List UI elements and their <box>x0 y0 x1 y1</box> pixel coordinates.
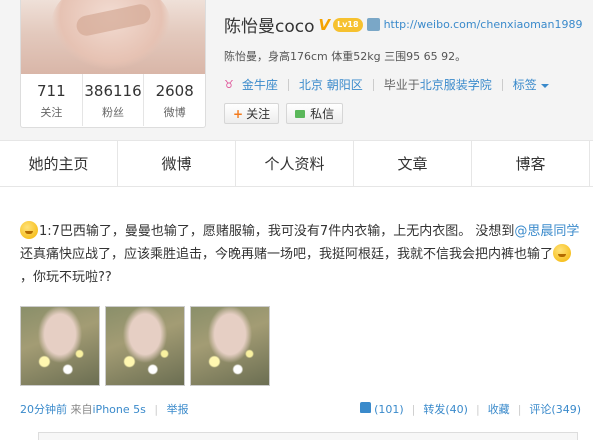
stat-followers-count: 386116 <box>84 82 142 100</box>
name-row: 陈怡曼coco V Lv18 http://weibo.com/chenxiao… <box>224 12 583 38</box>
like-button[interactable]: (101) <box>360 402 404 416</box>
post-image-thumbnail[interactable] <box>20 306 100 386</box>
homepage-icon <box>366 18 380 31</box>
message-button[interactable]: 私信 <box>286 103 344 124</box>
post-actions: (101) | 转发(40) | 收藏 | 评论(349) <box>360 401 581 417</box>
tags-label: 标签 <box>512 78 537 92</box>
profile-url-link[interactable]: http://weibo.com/chenxiaoman1989 <box>384 18 583 31</box>
message-label: 私信 <box>310 107 335 121</box>
post-text-part: 还真痛快应战了，应该乘胜追击，今晚再赌一场吧，我挺阿根廷，我就不信我会把内裤也输… <box>20 247 554 262</box>
tab-profile-info[interactable]: 个人资料 <box>236 141 354 186</box>
mention-link[interactable]: @思晨同学 <box>514 224 579 239</box>
tab-blog[interactable]: 博客 <box>472 141 590 186</box>
chevron-down-icon <box>540 83 549 88</box>
thumbs-up-icon <box>360 402 372 413</box>
stat-posts-label: 微博 <box>163 106 186 119</box>
profile-tags-row: ♉ 金牛座 北京 朝阳区 毕业于 北京服装学院 标签 <box>224 76 549 93</box>
follow-label: 关注 <box>246 107 271 121</box>
school-prefix: 毕业于 <box>383 78 420 92</box>
divider <box>501 78 503 91</box>
message-icon <box>295 109 306 118</box>
tab-weibo[interactable]: 微博 <box>118 141 236 186</box>
feed-item: 1:7巴西输了，曼曼也输了，愿赌服输，我可没有7件内衣输，上无内衣图。 没想到@… <box>0 187 593 440</box>
stat-following[interactable]: 711 关注 <box>21 74 83 126</box>
emoji-icon <box>20 221 38 239</box>
next-feed-item-edge <box>38 432 578 440</box>
stat-following-count: 711 <box>37 82 66 100</box>
tags-dropdown[interactable]: 标签 <box>513 76 549 93</box>
zodiac-link[interactable]: 金牛座 <box>242 76 278 93</box>
profile-tabs: 她的主页 微博 个人资料 文章 博客 <box>0 140 593 187</box>
profile-actions: + 关注 私信 <box>224 103 344 124</box>
school-link[interactable]: 北京服装学院 <box>420 76 492 93</box>
like-count: (101) <box>374 403 404 416</box>
post-image-thumbnail[interactable] <box>190 306 270 386</box>
divider: | <box>517 402 522 416</box>
follow-button[interactable]: + 关注 <box>224 103 280 124</box>
stat-followers[interactable]: 386116 粉丝 <box>83 74 145 126</box>
profile-card: 711 关注 386116 粉丝 2608 微博 <box>20 0 206 128</box>
profile-header: 711 关注 386116 粉丝 2608 微博 陈怡曼coco V Lv18 … <box>0 0 593 140</box>
profile-name: 陈怡曼coco <box>224 17 315 37</box>
level-badge[interactable]: Lv18 <box>333 17 363 32</box>
post-meta: 20分钟前 来自iPhone 5s | 举报 <box>20 401 189 417</box>
post-text: 1:7巴西输了，曼曼也输了，愿赌服输，我可没有7件内衣输，上无内衣图。 没想到@… <box>20 220 580 289</box>
zodiac-icon: ♉ <box>224 78 234 91</box>
divider <box>287 78 289 91</box>
profile-stats: 711 关注 386116 粉丝 2608 微博 <box>21 74 205 126</box>
divider <box>372 78 374 91</box>
post-text-part: 1:7巴西输了，曼曼也输了，愿赌服输，我可没有7件内衣输，上无内衣图。 没想到 <box>39 224 515 239</box>
tab-articles[interactable]: 文章 <box>354 141 472 186</box>
stat-posts-count: 2608 <box>155 82 194 100</box>
divider: | <box>154 403 159 416</box>
source-link[interactable]: iPhone 5s <box>93 403 146 416</box>
favorite-button[interactable]: 收藏 <box>488 401 510 417</box>
profile-bio: 陈怡曼，身高176cm 体重52kg 三围95 65 92。 <box>224 50 467 63</box>
stat-posts[interactable]: 2608 微博 <box>144 74 205 126</box>
post-time-link[interactable]: 20分钟前 <box>20 403 67 416</box>
source-prefix: 来自 <box>70 403 93 416</box>
stat-followers-label: 粉丝 <box>102 106 124 119</box>
divider: | <box>475 402 480 416</box>
report-link[interactable]: 举报 <box>167 403 189 416</box>
post-text-part: ，你玩不玩啦?? <box>20 270 112 285</box>
divider: | <box>411 402 416 416</box>
post-image-thumbnail[interactable] <box>105 306 185 386</box>
post-images <box>20 306 270 386</box>
location-link[interactable]: 北京 朝阳区 <box>299 76 363 93</box>
plus-icon: + <box>233 106 244 121</box>
tab-home[interactable]: 她的主页 <box>0 141 118 186</box>
comment-button[interactable]: 评论(349) <box>529 401 581 417</box>
stat-following-label: 关注 <box>40 106 63 119</box>
emoji-icon <box>553 244 572 262</box>
avatar[interactable] <box>21 0 205 74</box>
forward-button[interactable]: 转发(40) <box>423 401 468 417</box>
verified-badge-icon[interactable]: V <box>319 16 331 34</box>
